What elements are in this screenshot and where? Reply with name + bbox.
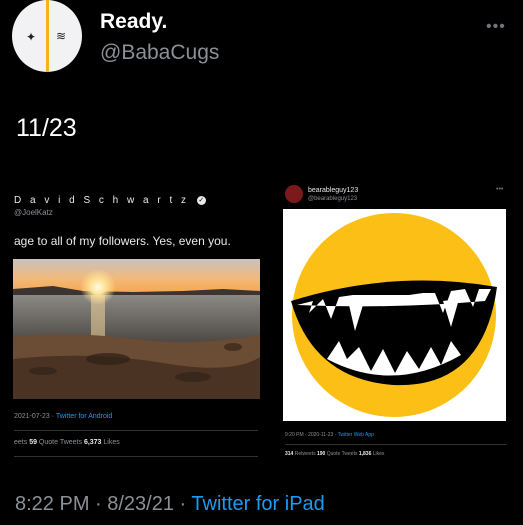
profile-avatar[interactable]: ✦ ≋: [12, 0, 82, 72]
left-card-handle: @JoelKatz: [14, 208, 53, 217]
right-card-more-icon: •••: [496, 186, 504, 193]
tweet-timestamp: 8:22 PM · 8/23/21 · Twitter for iPad: [15, 493, 325, 515]
divider: [285, 444, 507, 445]
left-card-text: age to all of my followers. Yes, even yo…: [14, 234, 231, 248]
tweet-text: 11/23: [16, 114, 77, 142]
verified-badge-icon: ✓: [196, 195, 206, 205]
wave-icon: ≋: [56, 29, 67, 43]
divider: [14, 430, 258, 431]
more-options-icon[interactable]: •••: [486, 18, 506, 36]
tweet-source-link[interactable]: Twitter for iPad: [191, 493, 324, 515]
left-card-meta: 2021-07-23 · Twitter for Android: [14, 413, 113, 420]
left-card-source[interactable]: Twitter for Android: [56, 413, 112, 420]
user-handle[interactable]: @BabaCugs: [100, 41, 219, 65]
vampire-smiley-image: [283, 209, 506, 421]
divider: [14, 456, 258, 457]
right-card-source[interactable]: Twitter Web App: [338, 432, 374, 438]
right-card-meta: 9:20 PM · 2020-11-23 · Twitter Web App: [285, 432, 374, 438]
sunset-beach-photo: [13, 259, 260, 399]
right-card-stats: 314 Retweets 190 Quote Tweets 1,836 Like…: [285, 451, 385, 457]
avatar-stripe: [46, 0, 49, 72]
left-card-display-name: D a v i d S c h w a r t z ✓: [14, 195, 206, 206]
right-card-display-name: bearableguy123: [308, 187, 359, 194]
display-name[interactable]: Ready.: [100, 10, 167, 34]
right-card-handle: @bearableguy123: [308, 196, 358, 202]
left-card-stats: eets 59 Quote Tweets 6,373 Likes: [14, 439, 120, 446]
right-card-avatar: [285, 185, 303, 203]
bat-icon: ✦: [26, 30, 37, 44]
